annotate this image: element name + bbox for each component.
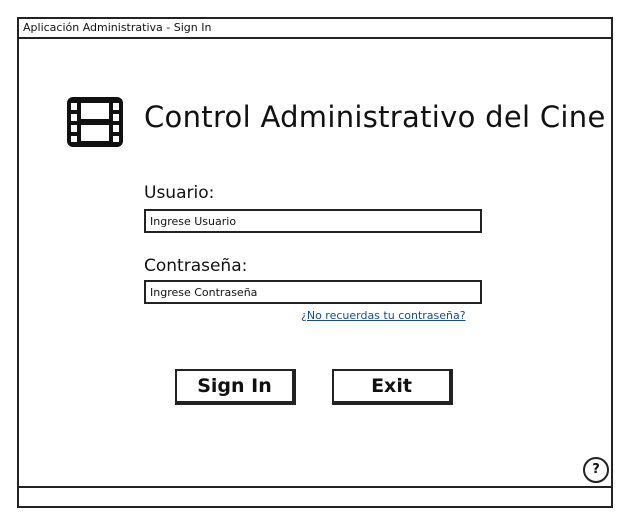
window-titlebar: Aplicación Administrativa - Sign In	[19, 19, 611, 39]
forgot-password-link[interactable]: ¿No recuerdas tu contraseña?	[301, 309, 466, 322]
password-label: Contraseña:	[144, 256, 248, 276]
help-icon[interactable]: ?	[583, 457, 609, 483]
signin-button[interactable]: Sign In	[175, 369, 296, 405]
password-input[interactable]	[144, 280, 482, 304]
status-bar	[19, 486, 611, 506]
exit-button[interactable]: Exit	[332, 369, 453, 405]
app-title: Control Administrativo del Cine	[144, 100, 606, 134]
username-input[interactable]	[144, 209, 482, 233]
username-label: Usuario:	[144, 183, 215, 203]
film-icon	[67, 97, 123, 147]
window-title: Aplicación Administrativa - Sign In	[23, 21, 212, 34]
app-window: Aplicación Administrativa - Sign In Cont…	[17, 17, 613, 508]
